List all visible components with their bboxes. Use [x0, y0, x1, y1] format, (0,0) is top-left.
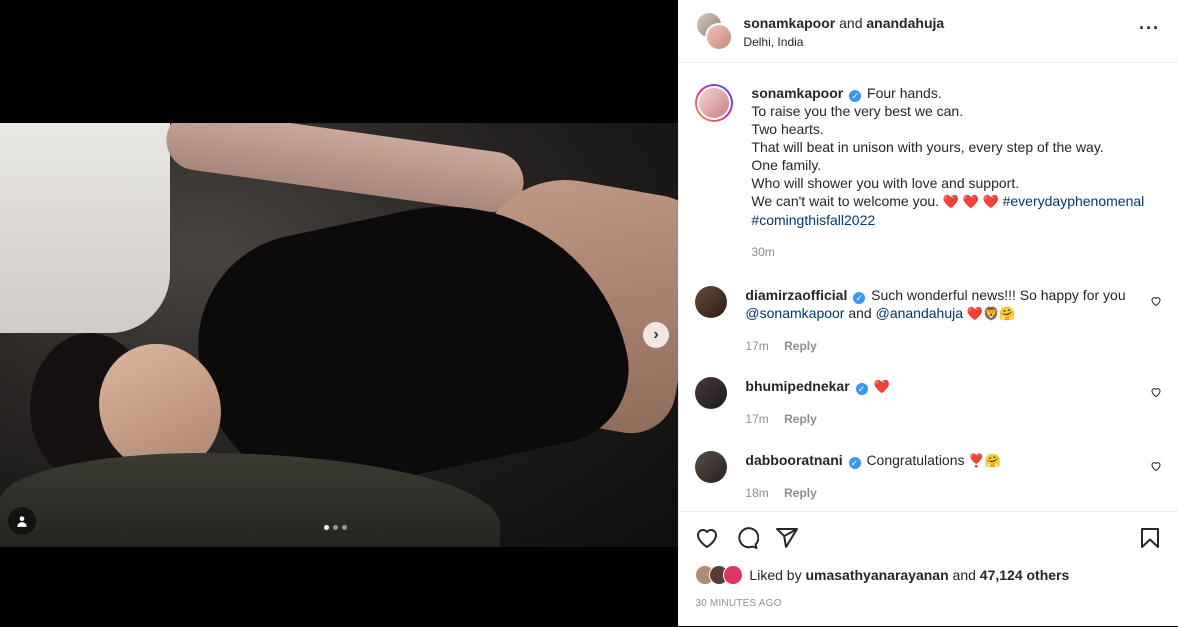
post-details-panel: sonamkapoor and anandahuja Delhi, India … — [678, 0, 1178, 626]
comment-username[interactable]: bhumipednekar — [745, 378, 849, 394]
heart-emoji: ❤️🦁🤗 — [966, 306, 1016, 321]
more-options-icon[interactable]: ··· — [1139, 18, 1160, 39]
carousel-dot — [342, 525, 347, 530]
liker-username[interactable]: umasathyanarayanan — [805, 567, 948, 583]
post-header: sonamkapoor and anandahuja Delhi, India … — [679, 0, 1178, 63]
verified-badge-icon: ✓ — [848, 457, 861, 469]
carousel-dot — [324, 525, 329, 530]
comment-text: Congratulations — [866, 452, 965, 468]
likes-count[interactable]: 47,124 others — [980, 567, 1070, 583]
heart-emoji: ❣️🤗 — [968, 453, 1001, 468]
mention-link[interactable]: @anandahuja — [876, 305, 963, 321]
comment-item: diamirzaofficial ✓ Such wonderful news!!… — [695, 286, 1162, 355]
reply-button[interactable]: Reply — [784, 486, 817, 500]
hashtag-link[interactable]: #comingthisfall2022 — [751, 212, 875, 228]
caption: sonamkapoor ✓ Four hands. To raise you t… — [695, 84, 1162, 261]
avatar[interactable] — [695, 11, 735, 51]
instagram-post-modal: › sonamkapoor and anandahuja Delhi, Indi… — [0, 0, 1178, 626]
like-icon[interactable] — [695, 526, 719, 550]
caption-line: Four hands. — [867, 85, 942, 101]
share-icon[interactable] — [775, 526, 799, 550]
caption-username[interactable]: sonamkapoor — [751, 85, 843, 101]
avatar[interactable] — [695, 451, 728, 483]
post-photo[interactable] — [0, 123, 679, 547]
comment-like-icon[interactable] — [1150, 295, 1162, 307]
reply-button[interactable]: Reply — [784, 412, 817, 426]
caption-line: That will beat in unison with yours, eve… — [751, 139, 1104, 155]
verified-badge-icon: ✓ — [853, 292, 866, 304]
caption-line: To raise you the very best we can. — [751, 103, 964, 119]
liker-avatars[interactable] — [695, 565, 744, 585]
post-media: › — [0, 0, 679, 626]
carousel-indicator — [324, 525, 347, 530]
caption-line: Two hearts. — [751, 121, 824, 137]
comment-text: Such wonderful news!!! So happy for you — [871, 287, 1126, 303]
heart-emoji: ❤️ ❤️ ❤️ — [942, 194, 999, 209]
carousel-dot — [333, 525, 338, 530]
avatar[interactable] — [695, 377, 728, 409]
comment-like-icon[interactable] — [1150, 386, 1162, 398]
header-conjunction: and — [839, 14, 863, 31]
reply-button[interactable]: Reply — [784, 339, 817, 353]
comment-like-icon[interactable] — [1150, 460, 1162, 472]
comments-list: sonamkapoor ✓ Four hands. To raise you t… — [679, 64, 1178, 510]
comment-item: bhumipednekar ✓ ❤️ 17m Reply — [695, 377, 1162, 428]
comment-time: 17m — [745, 412, 769, 426]
avatar[interactable] — [695, 84, 734, 122]
likes-prefix: Liked by — [749, 567, 802, 583]
author-username-link[interactable]: sonamkapoor — [743, 15, 835, 31]
next-arrow-icon[interactable]: › — [643, 322, 669, 348]
caption-line: One family. — [751, 157, 822, 173]
coauthor-username-link[interactable]: anandahuja — [866, 15, 944, 31]
comment-icon[interactable] — [735, 526, 760, 550]
caption-time: 30m — [751, 245, 775, 259]
location-link[interactable]: Delhi, India — [743, 35, 944, 49]
save-icon[interactable] — [1138, 526, 1162, 550]
comment-text: and — [848, 305, 872, 321]
mention-link[interactable]: @sonamkapoor — [745, 305, 844, 321]
comment-item: dabbooratnani ✓ Congratulations ❣️🤗 18m … — [695, 451, 1162, 502]
post-actions: Liked by umasathyanarayanan and 47,124 o… — [679, 511, 1178, 627]
comment-time: 18m — [745, 486, 769, 500]
hashtag-link[interactable]: #everydayphenomenal — [1003, 193, 1145, 209]
heart-emoji: ❤️ — [873, 379, 890, 394]
avatar[interactable] — [695, 286, 728, 318]
caption-line: Who will shower you with love and suppor… — [751, 175, 1020, 191]
user-tag-icon[interactable] — [8, 507, 36, 535]
comment-username[interactable]: diamirzaofficial — [745, 287, 847, 303]
verified-badge-icon: ✓ — [855, 383, 868, 395]
likes-summary: Liked by umasathyanarayanan and 47,124 o… — [695, 565, 1069, 585]
comment-time: 17m — [745, 339, 769, 353]
comment-username[interactable]: dabbooratnani — [745, 452, 842, 468]
likes-middle: and — [952, 567, 976, 583]
caption-line: We can't wait to welcome you. — [751, 193, 940, 209]
post-timestamp: 30 MINUTES AGO — [695, 598, 782, 609]
verified-badge-icon: ✓ — [849, 90, 862, 102]
